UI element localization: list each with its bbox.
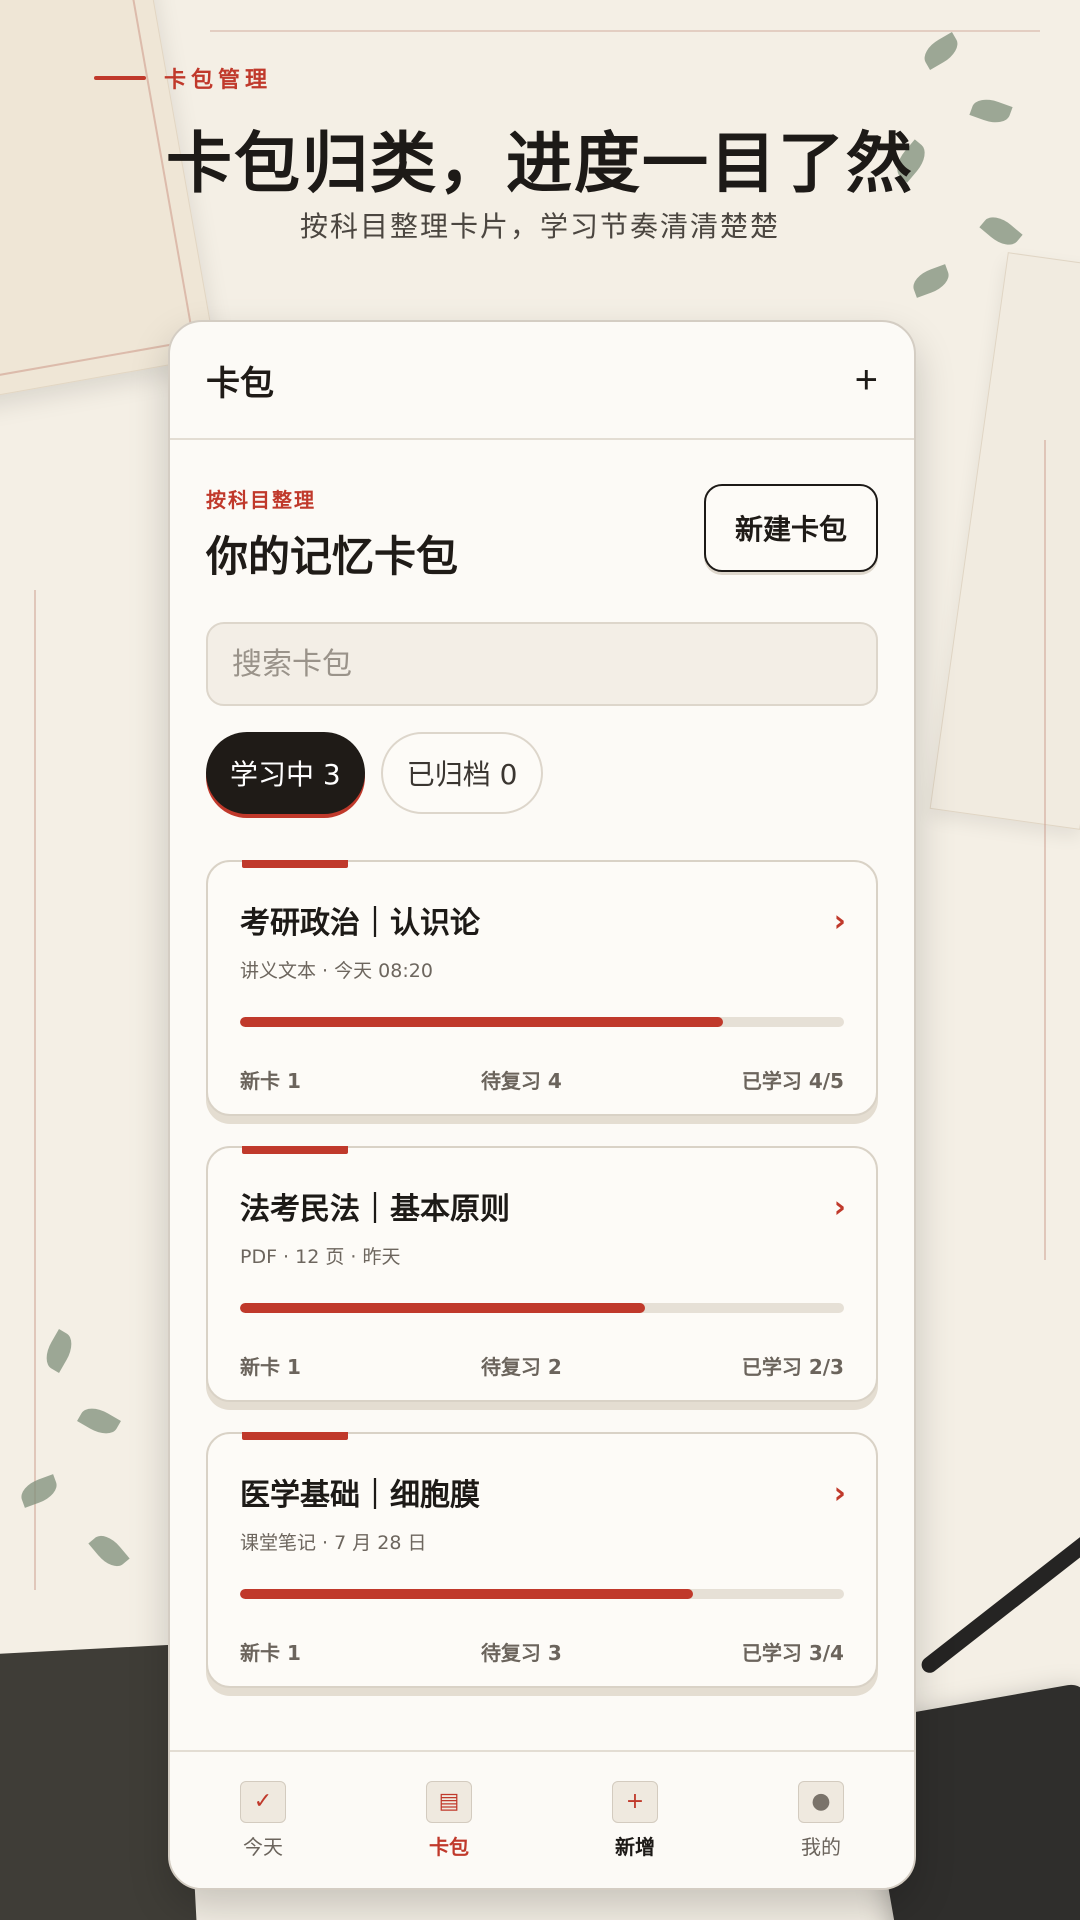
add-card-icon: + (612, 1780, 658, 1823)
new-pack-button[interactable]: 新建卡包 (704, 484, 878, 572)
stat-new: 新卡 1 (240, 1641, 301, 1665)
nav-label: 今天 (243, 1834, 283, 1859)
pack-stats: 新卡 1 待复习 3 已学习 3/4 (240, 1637, 844, 1666)
pack-card[interactable]: 考研政治｜认识论 讲义文本 · 今天 08:20 › 新卡 1 待复习 4 已学… (206, 860, 878, 1116)
hero-eyebrow: 卡包管理 (94, 62, 272, 94)
pack-stats: 新卡 1 待复习 4 已学习 4/5 (240, 1065, 844, 1094)
progress-bar (240, 1589, 844, 1599)
leaf-icon (39, 1329, 79, 1373)
nav-label: 我的 (801, 1834, 841, 1859)
search-box[interactable] (206, 622, 878, 706)
decorative-rule (1044, 440, 1046, 1260)
pack-card[interactable]: 医学基础｜细胞膜 课堂笔记 · 7 月 28 日 › 新卡 1 待复习 3 已学… (206, 1432, 878, 1688)
leaf-icon (909, 264, 953, 298)
nav-packs[interactable]: ▤ 卡包 (356, 1752, 542, 1888)
nav-label: 新增 (615, 1834, 655, 1859)
phone-screen: 卡包 + 按科目整理 你的记忆卡包 新建卡包 学习中 3 已归档 0 考研政治｜… (168, 320, 916, 1890)
card-accent (242, 860, 348, 868)
add-button[interactable]: + (855, 360, 878, 400)
leaf-icon (17, 1474, 61, 1508)
calendar-check-icon: ✓ (240, 1780, 286, 1823)
progress-fill (240, 1303, 645, 1313)
stat-review: 待复习 3 (480, 1641, 562, 1665)
search-input[interactable] (230, 645, 854, 683)
paper-sheet-decoration (929, 252, 1080, 830)
page-title: 卡包 (206, 363, 274, 404)
bottom-nav: ✓ 今天 ▤ 卡包 + 新增 ● 我的 (170, 1750, 914, 1888)
card-pack-icon: ▤ (426, 1780, 472, 1823)
filter-tabs: 学习中 3 已归档 0 (206, 732, 878, 814)
app-bar: 卡包 + (170, 322, 914, 440)
chevron-right-icon: › (833, 904, 846, 939)
progress-fill (240, 1017, 724, 1027)
nav-add[interactable]: + 新增 (542, 1752, 728, 1888)
pack-card[interactable]: 法考民法｜基本原则 PDF · 12 页 · 昨天 › 新卡 1 待复习 2 已… (206, 1146, 878, 1402)
chevron-right-icon: › (833, 1476, 846, 1511)
pack-meta: 课堂笔记 · 7 月 28 日 (240, 1532, 427, 1554)
brush-decoration (918, 1527, 1080, 1677)
pack-title: 医学基础｜细胞膜 (240, 1478, 480, 1513)
card-accent (242, 1146, 348, 1154)
pack-title: 考研政治｜认识论 (240, 906, 480, 941)
progress-fill (240, 1589, 693, 1599)
tab-archived[interactable]: 已归档 0 (380, 732, 544, 814)
nav-label: 卡包 (429, 1834, 469, 1859)
pack-stats: 新卡 1 待复习 2 已学习 2/3 (240, 1351, 844, 1380)
leaf-icon (77, 1401, 121, 1441)
stat-learned: 已学习 4/5 (741, 1069, 844, 1093)
hero-header: 卡包管理 卡包归类，进度一目了然 按科目整理卡片，学习节奏清清楚楚 (0, 0, 1080, 260)
hero-headline: 卡包归类，进度一目了然 (166, 124, 914, 202)
stat-review: 待复习 2 (480, 1355, 562, 1379)
eyebrow-dash (94, 76, 146, 80)
pack-meta: 讲义文本 · 今天 08:20 (240, 960, 433, 982)
tab-studying[interactable]: 学习中 3 (206, 732, 365, 814)
pack-list: 考研政治｜认识论 讲义文本 · 今天 08:20 › 新卡 1 待复习 4 已学… (206, 860, 878, 1688)
hero-subline: 按科目整理卡片，学习节奏清清楚楚 (299, 210, 780, 243)
nav-today[interactable]: ✓ 今天 (170, 1752, 356, 1888)
stat-learned: 已学习 3/4 (741, 1641, 844, 1665)
eyebrow-label: 卡包管理 (164, 68, 273, 93)
stat-new: 新卡 1 (240, 1069, 301, 1093)
stat-learned: 已学习 2/3 (741, 1355, 844, 1379)
chevron-right-icon: › (833, 1190, 846, 1225)
section-header: 按科目整理 你的记忆卡包 新建卡包 (170, 440, 914, 604)
leaf-icon (88, 1529, 130, 1573)
decorative-rule (34, 590, 36, 1590)
card-accent (242, 1432, 348, 1440)
stat-review: 待复习 4 (480, 1069, 562, 1093)
pack-meta: PDF · 12 页 · 昨天 (240, 1246, 401, 1268)
pack-title: 法考民法｜基本原则 (240, 1192, 510, 1227)
progress-bar (240, 1303, 844, 1313)
profile-icon: ● (798, 1780, 844, 1823)
stat-new: 新卡 1 (240, 1355, 301, 1379)
progress-bar (240, 1017, 844, 1027)
nav-profile[interactable]: ● 我的 (728, 1752, 914, 1888)
